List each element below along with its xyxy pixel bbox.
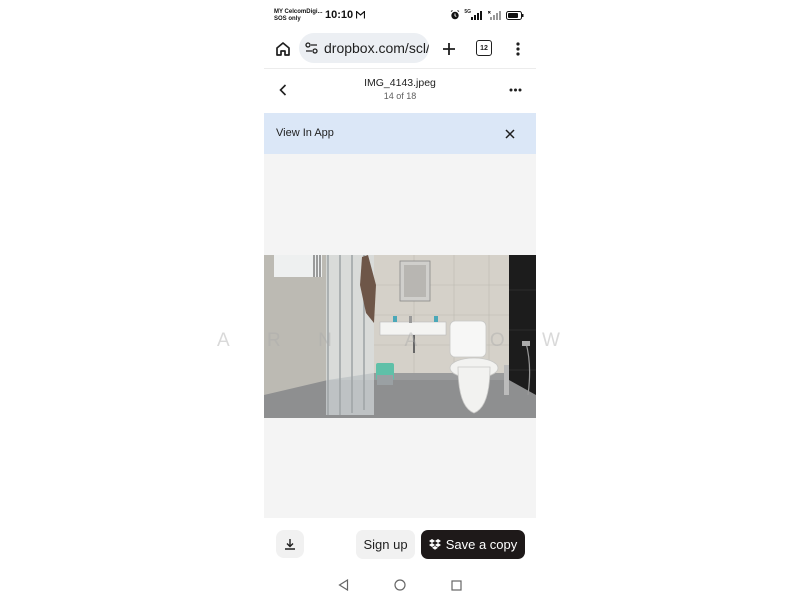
image-viewer — [264, 154, 536, 518]
status-icons: 5G — [450, 8, 524, 20]
file-position: 14 of 18 — [383, 91, 417, 101]
more-vert-icon — [516, 42, 520, 56]
url-text[interactable]: dropbox.com/scl/ — [324, 40, 429, 56]
signal-icon — [471, 10, 482, 20]
home-button[interactable] — [272, 38, 294, 60]
browser-menu-button[interactable] — [509, 38, 527, 60]
tab-count: 12 — [480, 44, 488, 52]
carrier-info: MY CelcomDigi... SOS only — [274, 9, 323, 23]
system-navigation-bar — [264, 570, 536, 600]
new-tab-button[interactable] — [437, 37, 461, 61]
browser-toolbar: dropbox.com/scl/ 12 — [264, 30, 536, 69]
view-in-app-banner[interactable]: View In App — [264, 113, 536, 154]
address-bar[interactable]: dropbox.com/scl/ — [299, 33, 429, 63]
more-horiz-icon — [509, 88, 521, 92]
dropbox-icon — [428, 539, 441, 550]
save-copy-label: Save a copy — [445, 537, 518, 552]
download-button[interactable] — [276, 530, 304, 558]
nav-recents-icon[interactable] — [451, 580, 462, 591]
network-type: 5G — [464, 8, 471, 15]
phone-screen: MY CelcomDigi... SOS only 10:10 5G dropb… — [264, 0, 536, 600]
banner-close-button[interactable] — [502, 126, 518, 142]
clock: 10:10 — [325, 9, 354, 21]
save-copy-button[interactable]: Save a copy — [421, 530, 525, 559]
download-icon — [285, 539, 295, 550]
watermark-letter: W — [542, 330, 562, 351]
signal-no-service-icon — [488, 10, 501, 20]
mail-icon — [356, 11, 365, 19]
close-icon — [505, 129, 515, 139]
status-bar: MY CelcomDigi... SOS only 10:10 5G — [264, 0, 536, 30]
bathroom-photo[interactable] — [264, 255, 536, 418]
site-settings-icon[interactable] — [305, 42, 318, 54]
banner-text[interactable]: View In App — [276, 127, 334, 139]
nav-back-icon[interactable] — [338, 579, 349, 591]
sign-up-button[interactable]: Sign up — [356, 530, 415, 559]
alarm-icon — [451, 10, 460, 20]
bottom-action-bar: Sign up Save a copy — [264, 518, 536, 570]
file-name: IMG_4143.jpeg — [364, 77, 436, 89]
watermark-letter: A — [217, 330, 232, 351]
carrier-name: MY CelcomDigi... — [274, 9, 323, 15]
file-header: IMG_4143.jpeg 14 of 18 — [264, 69, 536, 113]
home-icon — [276, 42, 290, 56]
file-options-button[interactable] — [506, 83, 524, 97]
nav-home-icon[interactable] — [394, 579, 406, 591]
carrier-status: SOS only — [274, 16, 301, 22]
plus-icon — [443, 43, 455, 55]
battery-icon — [506, 10, 524, 20]
tabs-button[interactable]: 12 — [476, 40, 492, 56]
